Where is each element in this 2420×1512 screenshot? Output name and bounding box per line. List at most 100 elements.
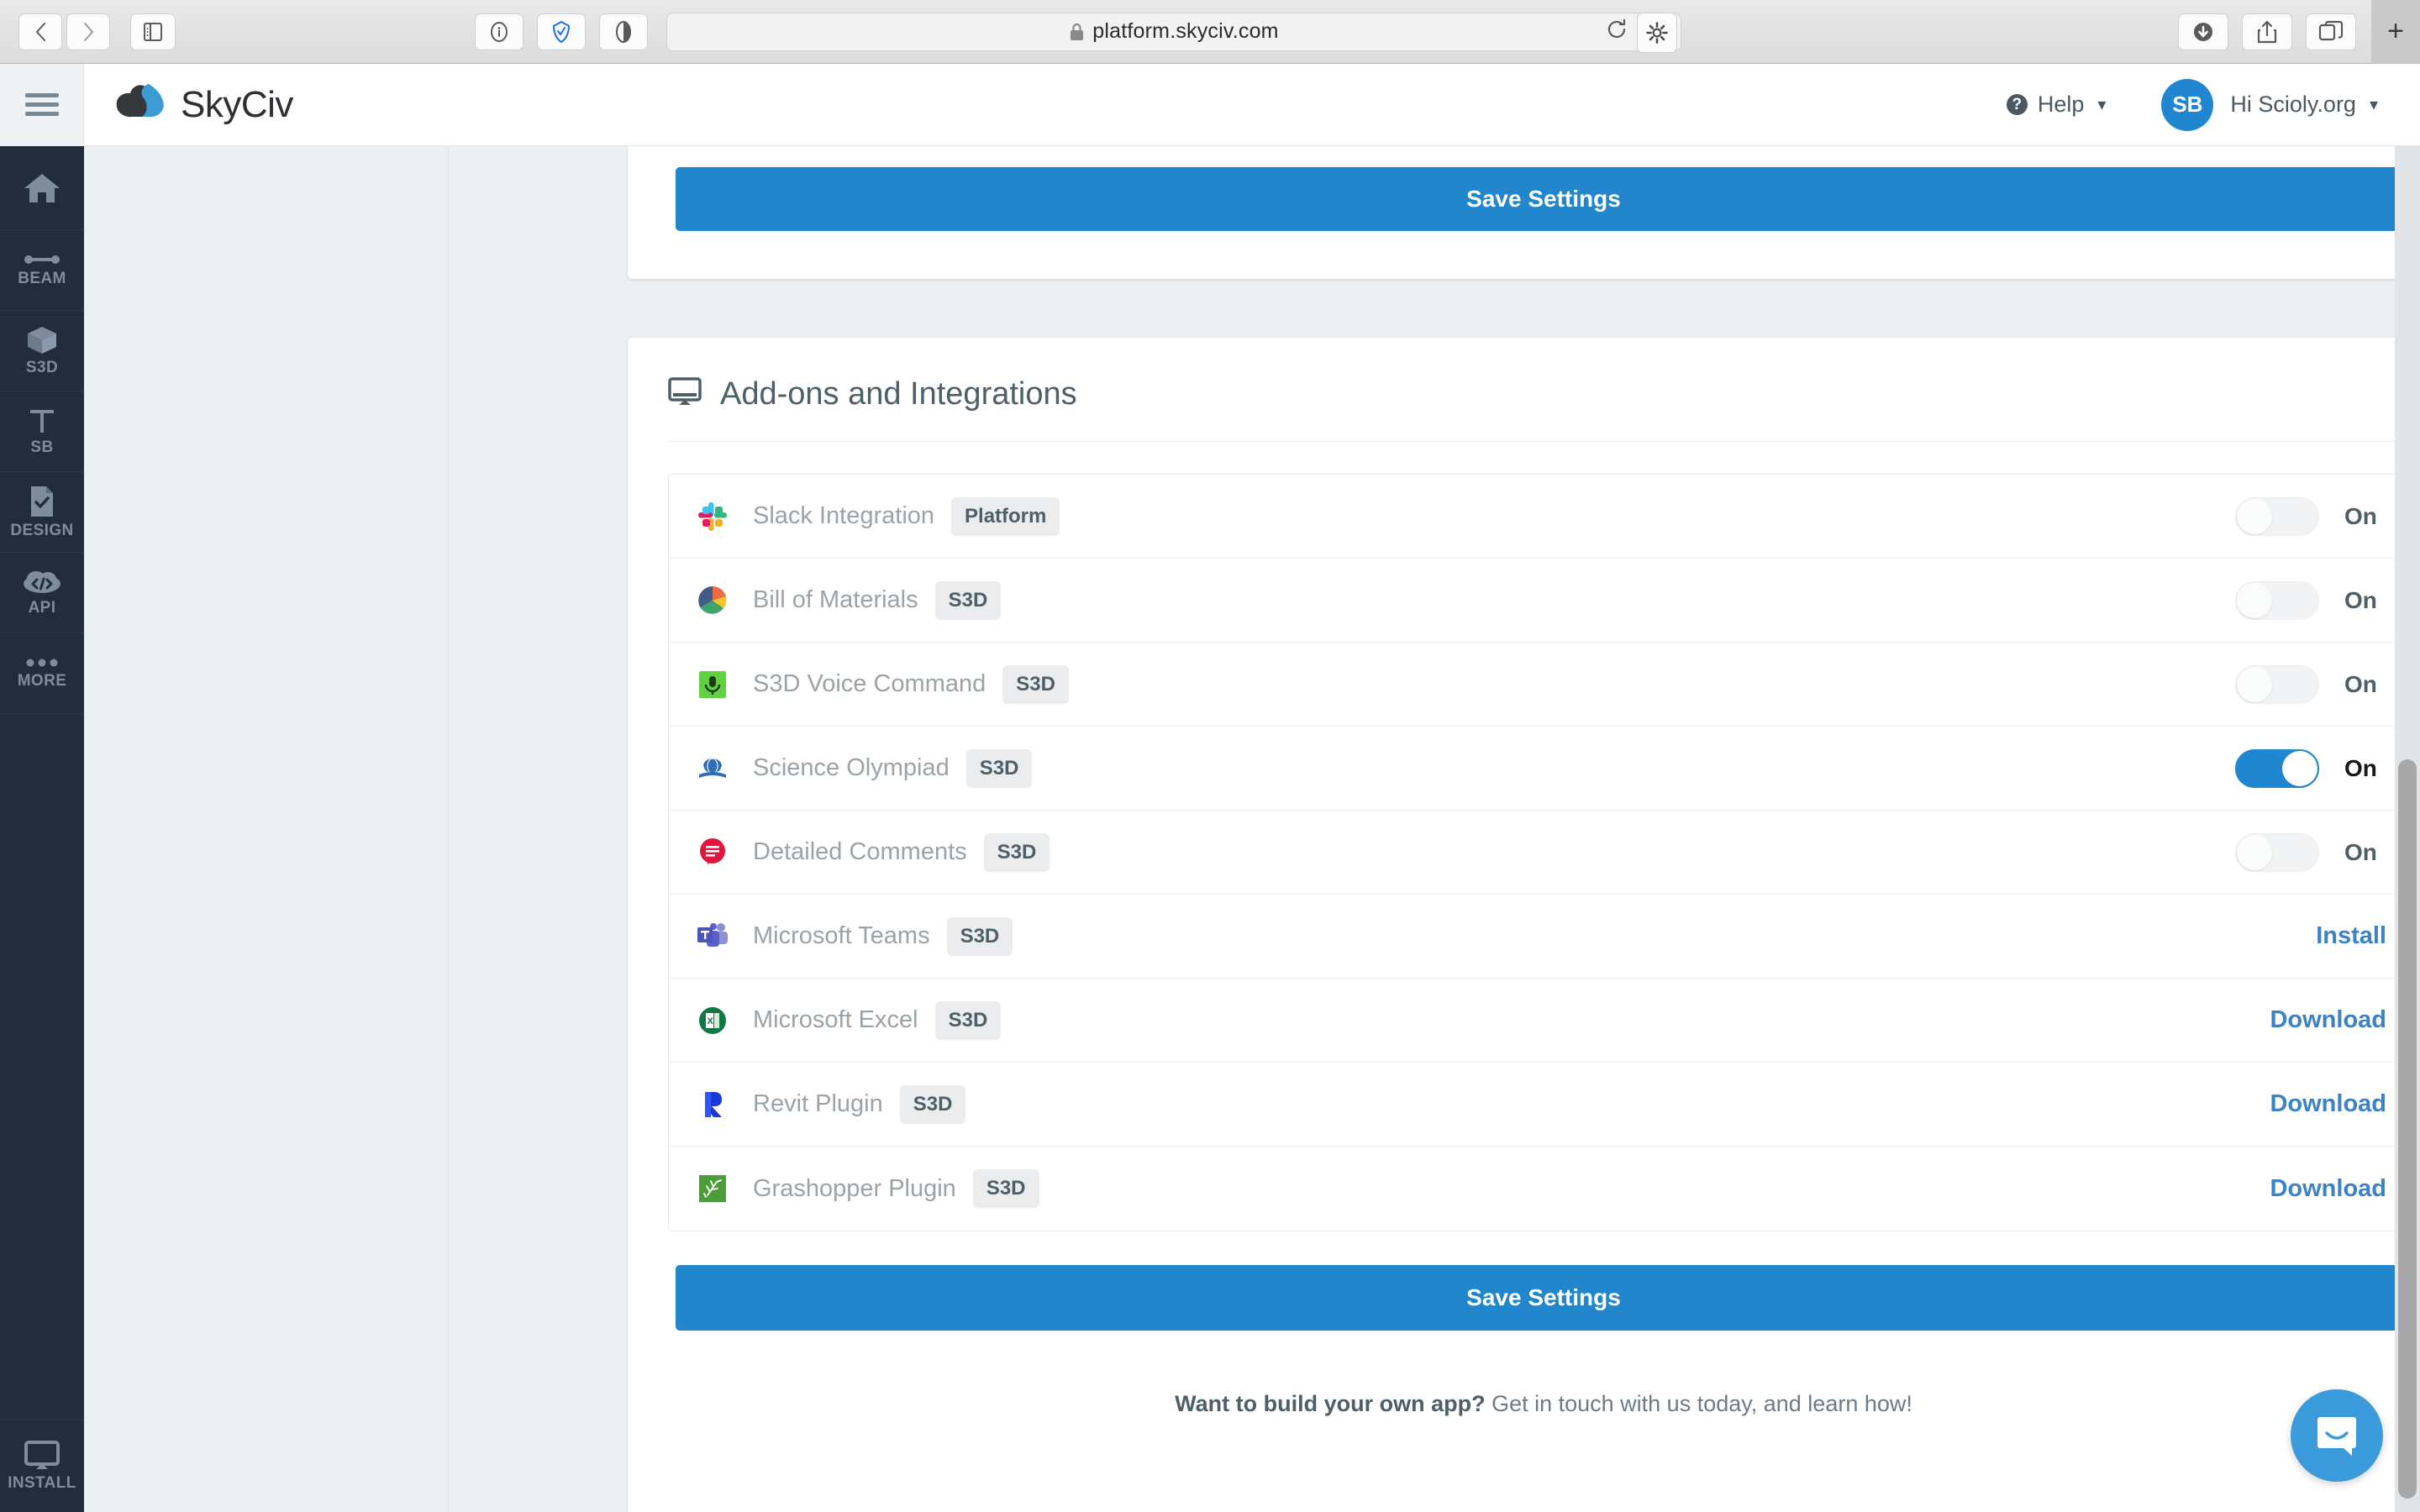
downloads-button[interactable] (2178, 13, 2228, 50)
teams-icon (694, 918, 731, 955)
table-row[interactable]: Detailed Comments S3D On (669, 811, 2418, 895)
sidebar-item-sb[interactable]: SB (0, 391, 84, 472)
sidebar-toggle-icon (144, 22, 162, 42)
share-button[interactable] (2242, 13, 2292, 50)
monitor-icon (668, 377, 702, 412)
addon-toggle-label: On (2344, 671, 2396, 698)
help-label: Help (2038, 92, 2085, 118)
sidebar-item-install[interactable]: INSTALL (0, 1420, 84, 1512)
forward-button[interactable] (66, 13, 110, 50)
chevron-down-icon: ▾ (2097, 94, 2106, 115)
addon-toggle[interactable] (2235, 497, 2319, 536)
addon-toggle[interactable] (2235, 749, 2319, 788)
sidebar-item-label: DESIGN (10, 522, 73, 540)
addon-action: On (2235, 749, 2396, 788)
addon-action: Download (2270, 1090, 2396, 1118)
chevron-right-icon (83, 22, 94, 42)
save-settings-button-addons[interactable]: Save Settings (676, 1265, 2412, 1331)
avatar[interactable]: SB (2161, 79, 2213, 131)
document-check-icon (28, 485, 56, 518)
skyciv-cloud-icon (112, 81, 181, 129)
download-link[interactable]: Download (2270, 1006, 2386, 1034)
back-button[interactable] (18, 13, 62, 50)
addon-toggle[interactable] (2235, 833, 2319, 872)
chevron-down-icon[interactable]: ▾ (2370, 94, 2378, 115)
toggle-knob (2282, 751, 2317, 786)
table-row[interactable]: Science Olympiad S3D On (669, 727, 2418, 811)
lock-icon (1069, 22, 1085, 42)
chat-launcher-button[interactable] (2291, 1389, 2383, 1482)
addon-name: Revit Plugin (753, 1090, 883, 1118)
science-olympiad-icon (694, 750, 731, 787)
brand-name: SkyCiv (181, 84, 293, 126)
divider (668, 441, 2419, 442)
privacy-shield-button[interactable] (537, 13, 586, 50)
slack-icon (694, 498, 731, 535)
table-row[interactable]: S3D Voice Command S3D On (669, 643, 2418, 727)
hamburger-menu-icon (25, 88, 59, 121)
browser-tools-group (475, 13, 648, 50)
browser-right-group (2178, 13, 2356, 50)
page-scrollbar-thumb[interactable] (2398, 759, 2417, 1499)
reload-button[interactable] (1605, 18, 1628, 45)
reader-view-icon (614, 20, 633, 44)
addon-tag: Platform (951, 497, 1060, 536)
addon-tag: S3D (935, 1001, 1002, 1040)
sidebar-item-beam[interactable]: BEAM (0, 230, 84, 311)
sidebar-item-label: SB (30, 438, 53, 457)
addon-toggle[interactable] (2235, 581, 2319, 620)
addon-tag: S3D (984, 833, 1050, 872)
download-link[interactable]: Download (2270, 1090, 2386, 1118)
addon-tag: S3D (935, 581, 1002, 620)
reload-icon (1605, 18, 1628, 41)
table-row[interactable]: Microsoft Teams S3D Install (669, 895, 2418, 979)
addon-name: Microsoft Excel (753, 1006, 918, 1034)
download-link[interactable]: Download (2270, 1175, 2386, 1203)
help-menu[interactable]: ? Help ▾ (2007, 92, 2107, 118)
addon-name: Detailed Comments (753, 838, 967, 866)
sidebar-item-api[interactable]: API (0, 553, 84, 633)
addon-toggle-label: On (2344, 839, 2396, 866)
brand-logo[interactable]: SkyCiv (112, 81, 293, 129)
menu-toggle-button[interactable] (0, 64, 84, 146)
addon-action: On (2235, 665, 2396, 704)
user-menu-label[interactable]: Hi Scioly.org (2230, 92, 2356, 118)
save-settings-button-phone[interactable]: Save Settings (676, 167, 2412, 231)
new-tab-button[interactable]: + (2371, 0, 2420, 64)
reader-view-button[interactable] (599, 13, 648, 50)
sidebar-item-s3d[interactable]: S3D (0, 311, 84, 391)
cube-icon (26, 325, 58, 355)
header-right: ? Help ▾ SB Hi Scioly.org ▾ (2007, 79, 2378, 131)
addon-tag: S3D (947, 917, 1013, 956)
sidebar-item-label: S3D (26, 359, 58, 377)
sidebar-toggle-button[interactable] (130, 13, 176, 50)
page-scrollbar-track[interactable] (2395, 146, 2420, 1512)
table-row[interactable]: Slack Integration Platform On (669, 475, 2418, 559)
toggle-knob (2237, 835, 2272, 870)
build-own-app-question: Want to build your own app? (1175, 1391, 1485, 1416)
addon-toggle[interactable] (2235, 665, 2319, 704)
build-own-app-note: Want to build your own app? Get in touch… (628, 1391, 2420, 1417)
url-text: platform.skyciv.com (1092, 19, 1278, 44)
sidebar-item-more[interactable]: MORE (0, 633, 84, 714)
build-own-app-cta[interactable]: Get in touch with us today, and learn ho… (1486, 1391, 1912, 1416)
sidebar-item-home[interactable] (0, 146, 84, 230)
sidebar-item-design[interactable]: DESIGN (0, 472, 84, 553)
tab-overview-button[interactable] (2306, 13, 2356, 50)
addon-name: S3D Voice Command (753, 670, 986, 698)
table-row[interactable]: Bill of Materials S3D On (669, 559, 2418, 643)
cloud-code-icon (22, 569, 62, 596)
browser-toolbar: platform.skyciv.com (0, 0, 2420, 64)
install-link[interactable]: Install (2316, 922, 2386, 950)
address-bar[interactable]: platform.skyciv.com (666, 13, 1681, 51)
table-row[interactable]: X Microsoft Excel S3D Download (669, 979, 2418, 1063)
table-row[interactable]: Grashopper Plugin S3D Download (669, 1147, 2418, 1231)
comment-icon (694, 834, 731, 871)
toggle-knob (2237, 583, 2272, 618)
table-row[interactable]: Revit Plugin S3D Download (669, 1063, 2418, 1147)
page-info-button[interactable] (475, 13, 523, 50)
addon-toggle-label: On (2344, 755, 2396, 782)
sidebar-spacer (0, 714, 84, 1420)
addon-name: Grashopper Plugin (753, 1175, 956, 1203)
page-settings-button[interactable] (1637, 13, 1677, 53)
